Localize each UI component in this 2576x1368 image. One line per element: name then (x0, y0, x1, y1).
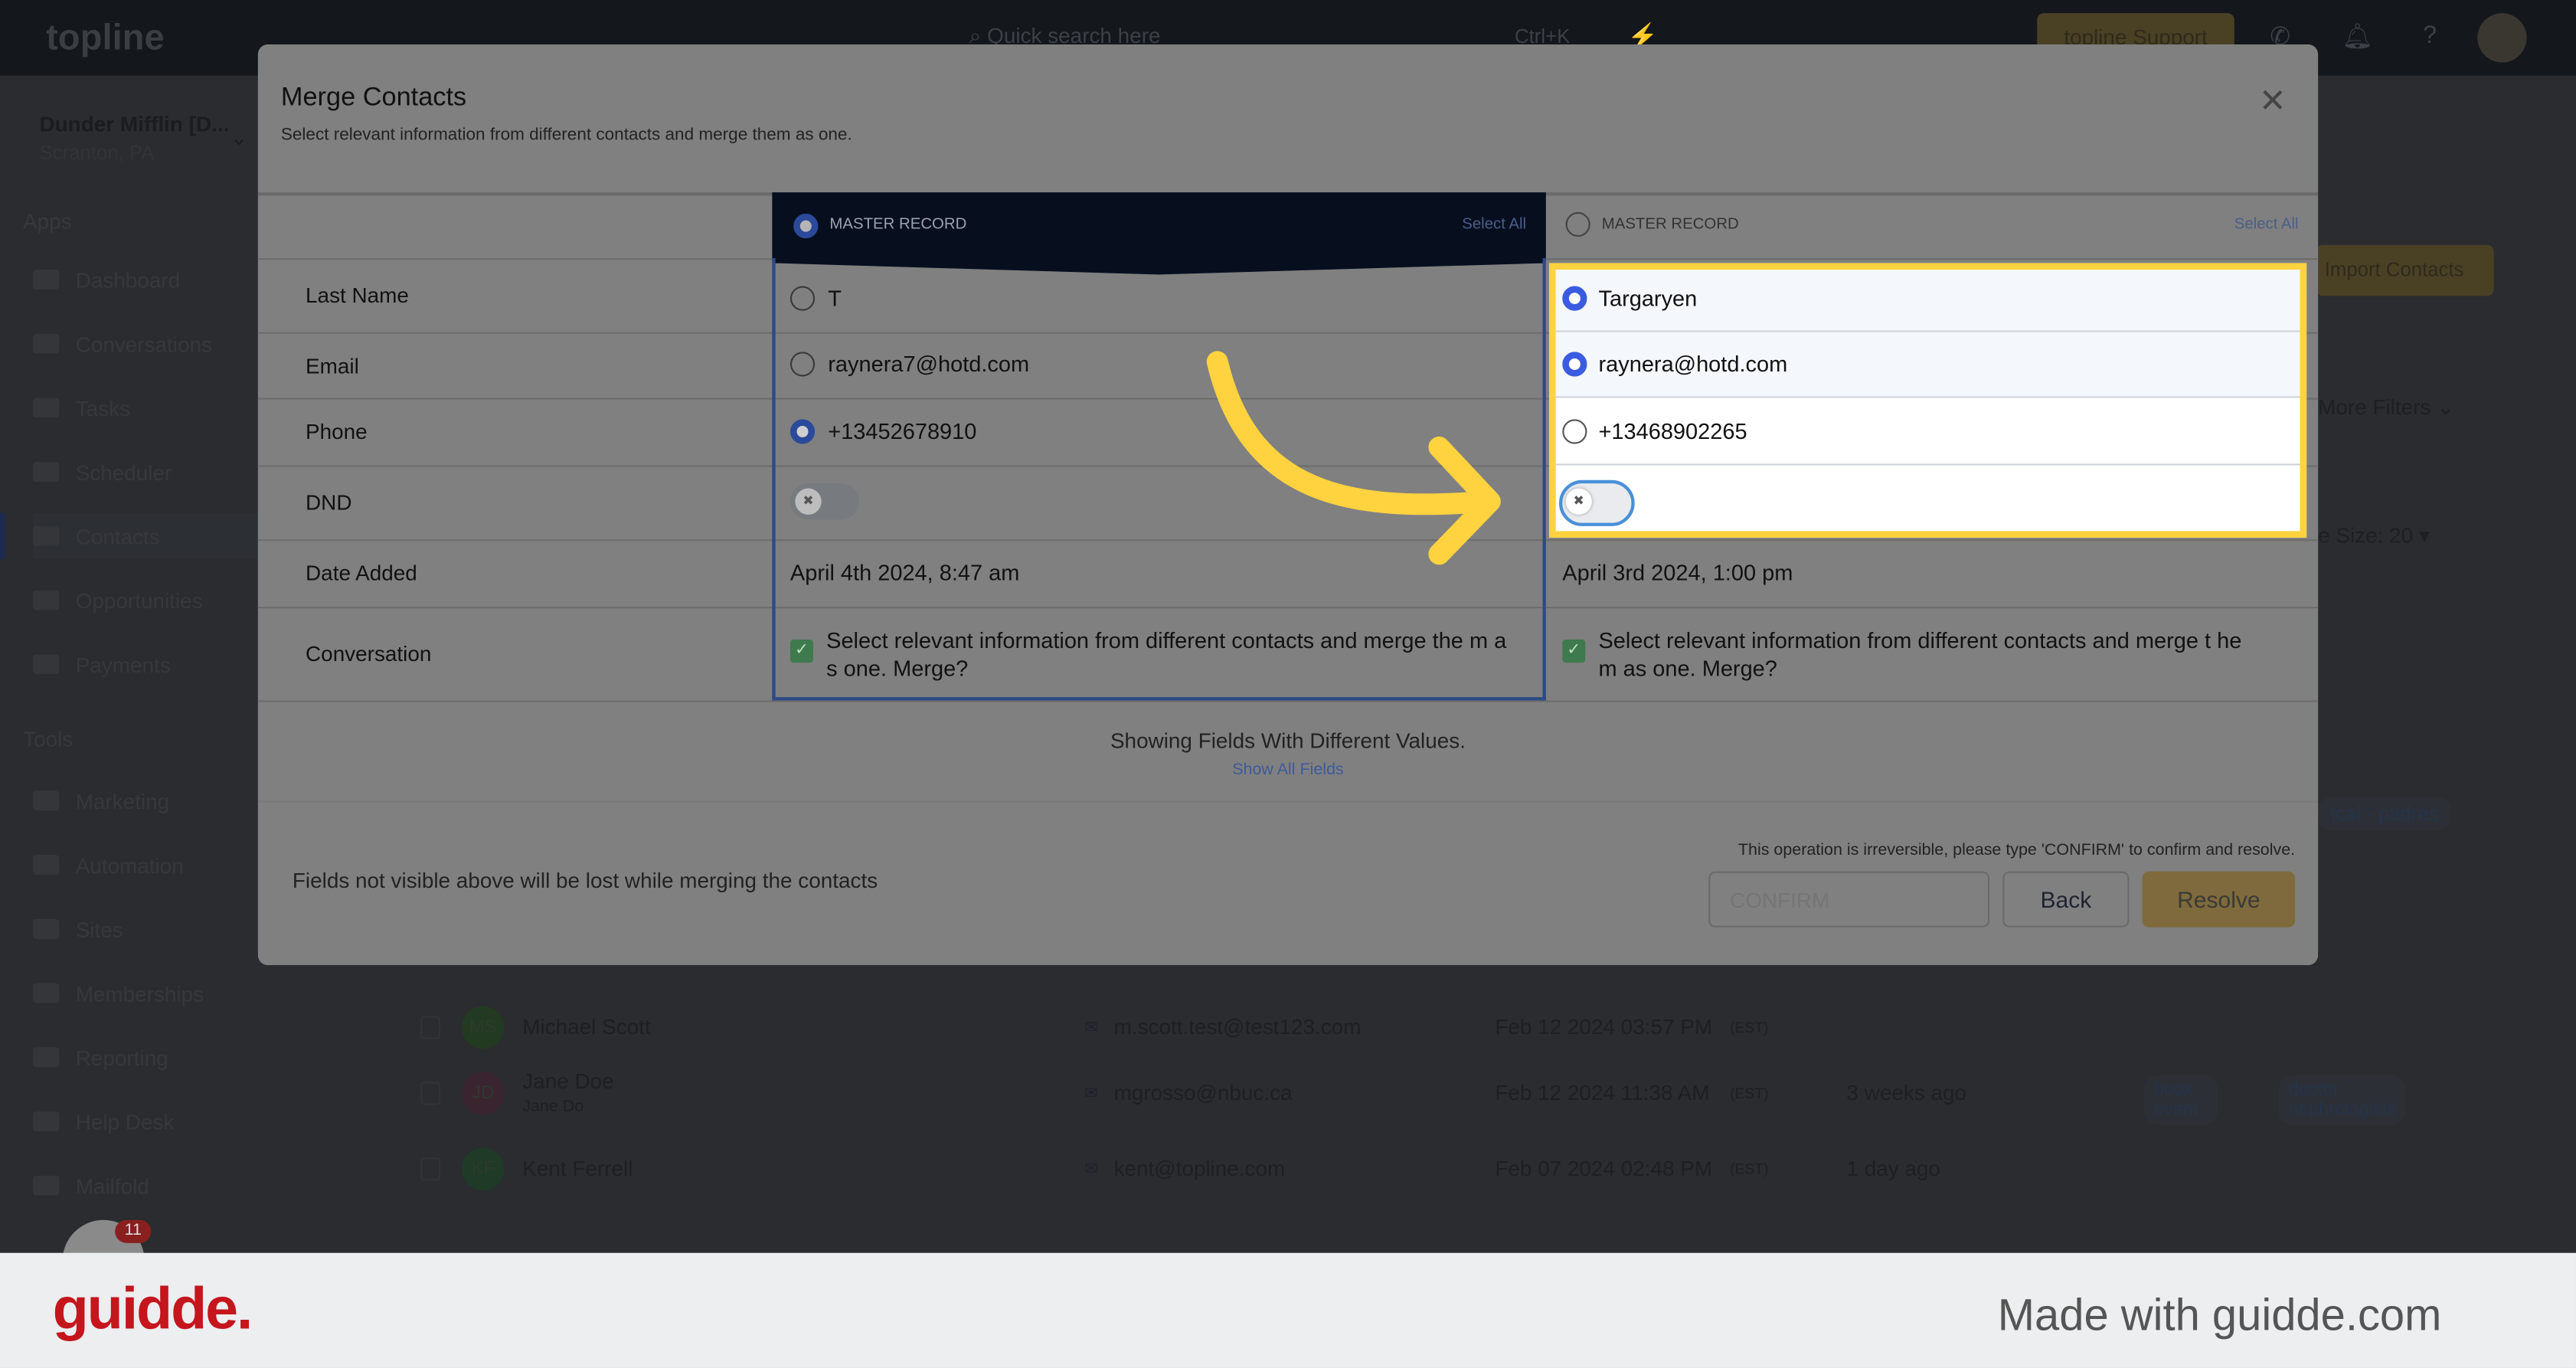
arrow-annotation (1206, 351, 1501, 565)
made-with-text: Made with guidde.com (1997, 1291, 2442, 1340)
active-indicator (0, 512, 5, 559)
guidde-logo: guidde. (52, 1274, 253, 1342)
